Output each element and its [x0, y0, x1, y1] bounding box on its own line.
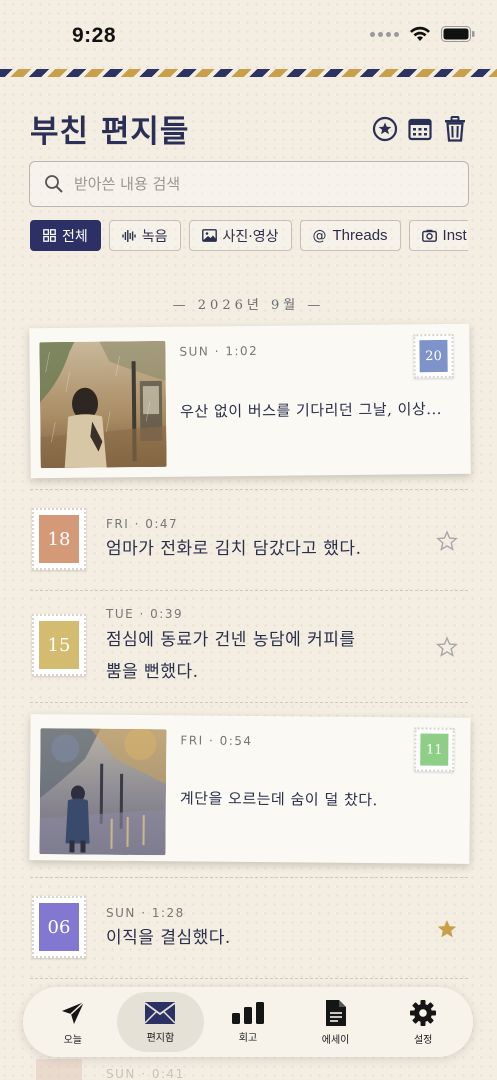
gear-icon [410, 999, 437, 1026]
trash-icon [445, 116, 465, 142]
tab-label: 편지함 [146, 1032, 175, 1044]
entry-text-line-1: 점심에 동료가 건넨 농담에 커피를 [106, 630, 356, 650]
filter-chip-instagram[interactable]: Inst [408, 220, 468, 251]
filter-chip-label: Inst [442, 227, 467, 244]
document-icon [325, 999, 346, 1026]
waveform-icon [122, 229, 136, 242]
paper-plane-icon [61, 1000, 85, 1024]
rainy-painting-image [39, 728, 167, 856]
calendar-icon [408, 118, 432, 141]
letter-card[interactable]: FRI · 0:54 계단을 오르는데 숨이 덜 찼다. 11 [29, 714, 471, 864]
date-stamp: 06 [32, 896, 86, 958]
at-icon: @ [312, 227, 327, 244]
airmail-border [0, 69, 497, 77]
status-indicators [370, 26, 475, 42]
entry-photo [39, 728, 167, 856]
calendar-button[interactable] [406, 115, 434, 143]
entry-text: 엄마가 전화로 김치 담갔다고 했다. [106, 539, 362, 559]
filter-chip-recording[interactable]: 녹음 [108, 220, 181, 251]
status-time: 9:28 [72, 24, 117, 47]
star-outline-icon[interactable] [436, 530, 458, 552]
entry-text: 이직을 결심했다. [106, 928, 231, 948]
divider [30, 978, 468, 979]
status-bar: 9:28 [0, 0, 497, 70]
entry-text: 계단을 오르는데 숨이 덜 찼다. [179, 789, 378, 810]
battery-icon [441, 26, 475, 42]
tab-inbox[interactable]: 편지함 [116, 992, 205, 1052]
entry-meta: FRI · 0:54 [180, 733, 253, 749]
tab-review[interactable]: 회고 [204, 992, 292, 1052]
filter-chip-label: Threads [332, 227, 388, 244]
stamp-number: 11 [420, 733, 449, 766]
search-input[interactable] [74, 175, 434, 193]
letter-entry[interactable]: 18 FRI · 0:47 엄마가 전화로 김치 담갔다고 했다. [30, 506, 470, 576]
entry-meta: SUN · 1:28 [106, 906, 185, 920]
wifi-icon [410, 26, 430, 41]
entry-meta: TUE · 0:39 [106, 607, 184, 621]
divider [30, 489, 468, 490]
filter-chip-photo-video[interactable]: 사진·영상 [188, 220, 292, 251]
letter-card[interactable]: SUN · 1:02 우산 없이 버스를 기다리던 그날, 이상... 20 [29, 323, 471, 479]
tab-settings[interactable]: 설정 [379, 992, 467, 1052]
divider [30, 590, 468, 591]
camera-icon [421, 229, 437, 242]
star-outline-icon[interactable] [436, 636, 458, 658]
entry-meta: FRI · 0:47 [106, 517, 179, 531]
letter-entry-partial: SUN · 0:41 [30, 1055, 470, 1080]
image-icon [201, 229, 217, 242]
date-stamp: 20 [413, 333, 454, 379]
date-stamp: 18 [32, 508, 86, 570]
filter-chip-threads[interactable]: @ Threads [299, 220, 401, 251]
tab-today[interactable]: 오늘 [29, 992, 117, 1052]
tab-label: 오늘 [63, 1034, 82, 1046]
divider [30, 702, 468, 703]
stamp-number: 18 [39, 515, 79, 563]
date-stamp: 11 [414, 727, 455, 772]
letter-entry[interactable]: 15 TUE · 0:39 점심에 동료가 건넨 농담에 커피를 뿜을 뻔했다. [30, 602, 470, 692]
entry-text: 우산 없이 버스를 기다리던 그날, 이상... [180, 399, 443, 421]
stamp-number: 20 [419, 339, 448, 373]
entry-photo [39, 340, 167, 469]
page-title: 부친 편지들 [30, 114, 190, 150]
tab-label: 에세이 [321, 1034, 350, 1046]
stamp-number: 06 [39, 903, 79, 951]
grid-icon [43, 229, 56, 242]
bottom-tab-bar: 오늘 편지함 회고 에세이 설정 [23, 987, 473, 1057]
tab-label: 설정 [413, 1034, 433, 1046]
filter-chip-label: 사진·영상 [222, 228, 279, 245]
divider [30, 877, 468, 878]
letter-entry[interactable]: 06 SUN · 1:28 이직을 결심했다. [30, 894, 470, 964]
tab-essay[interactable]: 에세이 [292, 992, 380, 1052]
search-icon [45, 175, 63, 193]
entry-text-line-2: 뿜을 뻔했다. [106, 662, 199, 682]
envelope-icon [144, 1001, 176, 1024]
favorites-button[interactable] [371, 115, 399, 143]
filter-chip-all[interactable]: 전체 [30, 220, 101, 251]
filter-chip-label: 녹음 [141, 228, 168, 245]
filter-chips: 전체 녹음 사진·영상 @ Threads Inst [30, 220, 468, 252]
filter-chip-label: 전체 [62, 228, 88, 245]
tab-label: 회고 [238, 1032, 258, 1044]
star-circle-icon [372, 116, 398, 142]
entry-meta: SUN · 0:41 [106, 1067, 185, 1080]
trash-button[interactable] [441, 115, 469, 143]
bar-chart-icon [231, 1001, 264, 1024]
search-box[interactable] [29, 161, 469, 207]
stamp-number: 15 [39, 621, 79, 669]
star-filled-icon[interactable] [436, 918, 458, 940]
date-stamp: 15 [32, 614, 86, 676]
month-label: — 2026년 9월 — [172, 298, 325, 313]
rainy-street-image [39, 340, 167, 469]
entry-meta: SUN · 1:02 [179, 343, 259, 359]
cellular-icon [370, 31, 399, 37]
